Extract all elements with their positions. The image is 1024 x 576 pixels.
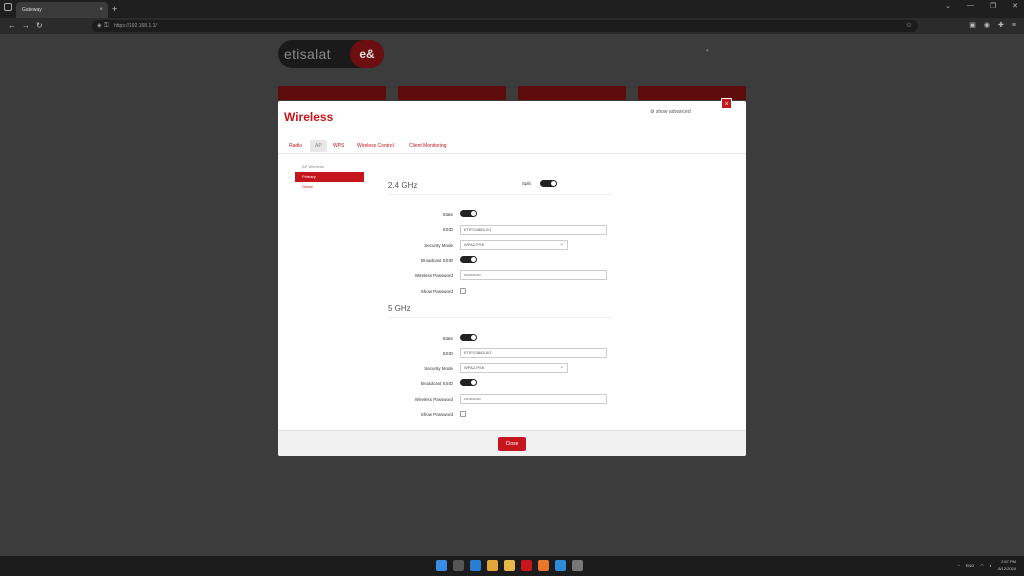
account-icon[interactable]: ◉ xyxy=(984,20,990,32)
wireless-password-label: Wireless Password xyxy=(414,273,453,278)
logo-badge: e& xyxy=(350,40,384,68)
app-icon[interactable] xyxy=(555,560,566,571)
router-menu-tab-3[interactable] xyxy=(518,86,626,100)
etisalat-logo: etisalat e& xyxy=(278,40,384,68)
lock-icon[interactable]: ⚿ xyxy=(104,20,109,32)
window-controls: ⌄ — ❐ ✕ xyxy=(945,2,1018,10)
tab-client-monitoring[interactable]: Client Monitoring xyxy=(409,140,447,152)
app-icon[interactable] xyxy=(572,560,583,571)
ssid-label: SSID xyxy=(442,227,453,232)
sidebar-item-guest[interactable]: Guest xyxy=(295,182,364,192)
security-mode-label: Security Mode xyxy=(424,366,453,371)
sidebar-heading: AP Wireless xyxy=(302,164,324,169)
show-password-checkbox-5[interactable] xyxy=(460,411,466,417)
start-icon[interactable] xyxy=(436,560,447,571)
dialog-footer: Close xyxy=(278,430,746,456)
maximize-icon[interactable]: ❐ xyxy=(990,2,996,10)
band-24-title: 2.4 GHz xyxy=(388,181,418,190)
tab-close-icon[interactable]: × xyxy=(99,2,103,18)
menu-icon[interactable]: ≡ xyxy=(1012,20,1016,32)
search-icon[interactable] xyxy=(453,560,464,571)
show-password-label: Show Password xyxy=(420,412,453,417)
address-bar[interactable]: ◈ ⚿ https://192.168.1.1/ ☆ xyxy=(92,20,918,32)
dialog-title: Wireless xyxy=(284,110,334,124)
divider xyxy=(388,317,612,318)
chrome-icon[interactable] xyxy=(487,560,498,571)
browser-tabbar: Gateway × + ⌄ — ❐ ✕ xyxy=(0,0,1024,18)
browser-navbar: ← → ↻ ◈ ⚿ https://192.168.1.1/ ☆ ▣ ◉ ✚ ≡ xyxy=(0,18,1024,34)
wifi-icon[interactable]: ◠ xyxy=(980,563,984,568)
ssid-input-24[interactable]: ETIFG3883-2G xyxy=(460,225,607,235)
state-label: State xyxy=(442,212,453,217)
new-tab-button[interactable]: + xyxy=(112,2,117,16)
clock[interactable]: 2:57 PM 8/12/2024 xyxy=(998,558,1016,572)
forward-icon[interactable]: → xyxy=(22,20,30,32)
split-toggle[interactable] xyxy=(540,180,557,187)
shield-icon[interactable]: ◈ xyxy=(97,20,102,32)
tab-list-icon[interactable]: ⌄ xyxy=(945,2,951,10)
back-icon[interactable]: ← xyxy=(8,20,16,32)
close-icon[interactable]: × xyxy=(721,98,732,109)
wireless-password-label: Wireless Password xyxy=(414,397,453,402)
time: 2:57 PM xyxy=(1001,559,1016,564)
url-text: https://192.168.1.1/ xyxy=(114,23,157,29)
logo-text: etisalat xyxy=(284,46,331,62)
language-select[interactable]: ▾ xyxy=(706,48,709,54)
toolbar-icons: ▣ ◉ ✚ ≡ xyxy=(969,20,1016,32)
tab-menu-icon[interactable] xyxy=(4,3,12,11)
tab-wps[interactable]: WPS xyxy=(333,140,344,152)
sidebar-item-primary[interactable]: Primary xyxy=(295,172,364,182)
divider xyxy=(388,194,612,195)
router-menu-tab-1[interactable] xyxy=(278,86,386,100)
wireless-dialog: Wireless ⚙ show advanced Radio AP WPS Wi… xyxy=(278,101,746,456)
password-input-24[interactable]: •••••••••••• xyxy=(460,270,607,280)
router-menu-tab-2[interactable] xyxy=(398,86,506,100)
pocket-icon[interactable]: ▣ xyxy=(969,20,976,32)
extensions-icon[interactable]: ✚ xyxy=(998,20,1004,32)
close-button[interactable]: Close xyxy=(498,437,526,451)
file-explorer-icon[interactable] xyxy=(504,560,515,571)
language-indicator[interactable]: ENG xyxy=(966,563,975,568)
broadcast-ssid-label: Broadcast SSID xyxy=(420,258,453,263)
ssid-label: SSID xyxy=(442,351,453,356)
broadcast-toggle-24[interactable] xyxy=(460,256,477,263)
tab-ap[interactable]: AP xyxy=(310,140,327,152)
taskbar-apps xyxy=(436,560,583,571)
dialog-tabs: Radio AP WPS Wireless Control Client Mon… xyxy=(278,140,746,154)
show-advanced-link[interactable]: ⚙ show advanced xyxy=(650,109,691,115)
firefox-icon[interactable] xyxy=(538,560,549,571)
band-5-title: 5 GHz xyxy=(388,304,411,313)
split-label: Split xyxy=(522,181,531,186)
password-input-5[interactable]: •••••••••••• xyxy=(460,394,607,404)
system-tray: ^ ENG ◠ 🔈︎ 2:57 PM 8/12/2024 xyxy=(958,558,1016,572)
browser-tab[interactable]: Gateway × xyxy=(16,2,108,18)
close-window-icon[interactable]: ✕ xyxy=(1012,2,1018,10)
edge-icon[interactable] xyxy=(470,560,481,571)
taskbar: ^ ENG ◠ 🔈︎ 2:57 PM 8/12/2024 xyxy=(0,556,1024,576)
app-icon[interactable] xyxy=(521,560,532,571)
state-toggle-24[interactable] xyxy=(460,210,477,217)
show-password-checkbox-24[interactable] xyxy=(460,288,466,294)
broadcast-ssid-label: Broadcast SSID xyxy=(420,381,453,386)
show-password-label: Show Password xyxy=(420,289,453,294)
state-label: State xyxy=(442,336,453,341)
reload-icon[interactable]: ↻ xyxy=(36,20,43,32)
browser-tab-title: Gateway xyxy=(22,7,42,13)
bookmark-star-icon[interactable]: ☆ xyxy=(906,20,912,32)
gear-icon: ⚙ xyxy=(650,109,655,115)
minimize-icon[interactable]: — xyxy=(967,2,974,10)
show-advanced-label: show advanced xyxy=(655,109,691,115)
tab-radio[interactable]: Radio xyxy=(289,140,302,152)
chevron-up-icon[interactable]: ^ xyxy=(958,563,960,568)
ssid-input-5[interactable]: ETIFG3883-5G xyxy=(460,348,607,358)
broadcast-toggle-5[interactable] xyxy=(460,379,477,386)
tab-wireless-control[interactable]: Wireless Control xyxy=(357,140,394,152)
security-mode-select-24[interactable]: WPA2-PSK xyxy=(460,240,568,250)
security-mode-select-5[interactable]: WPA2-PSK xyxy=(460,363,568,373)
state-toggle-5[interactable] xyxy=(460,334,477,341)
security-mode-label: Security Mode xyxy=(424,243,453,248)
date: 8/12/2024 xyxy=(998,566,1016,571)
volume-icon[interactable]: 🔈︎ xyxy=(990,563,992,568)
